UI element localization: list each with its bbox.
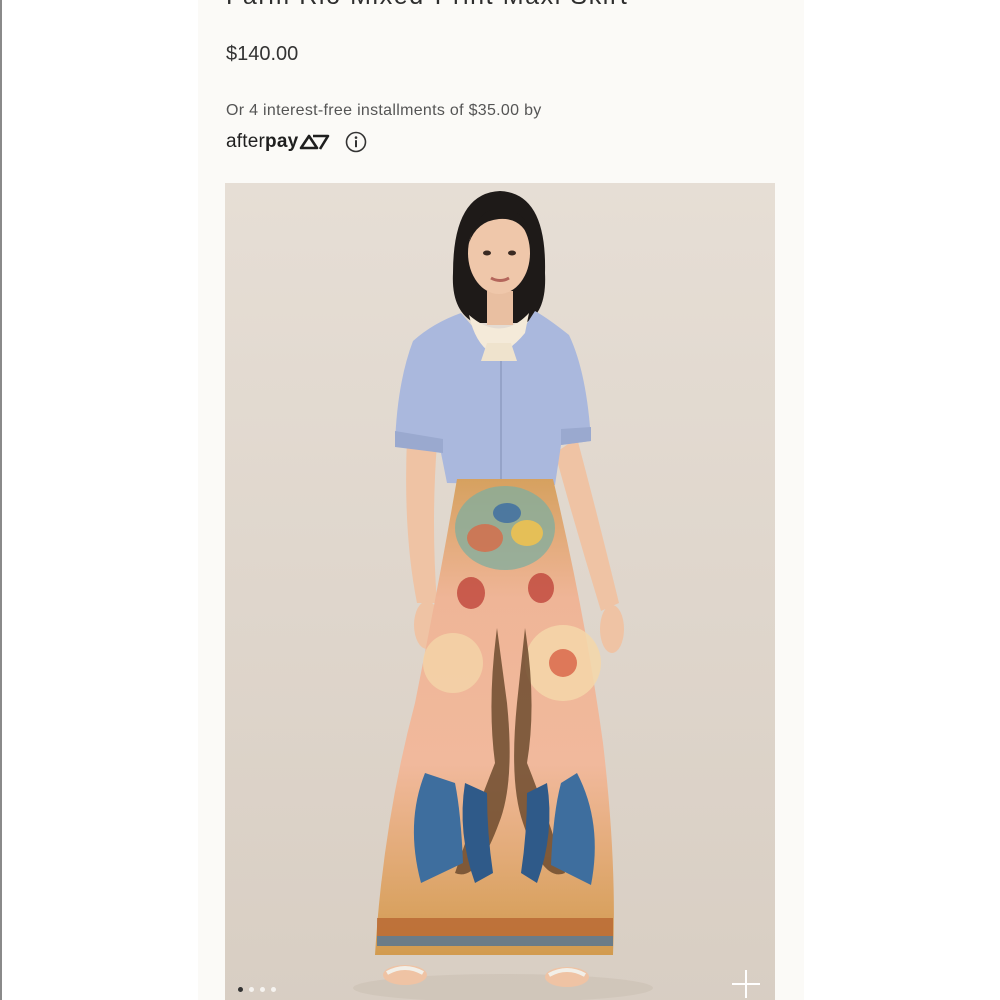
afterpay-arrows-icon	[300, 134, 330, 150]
gallery-pagination	[238, 987, 276, 992]
afterpay-logo-suffix: pay	[265, 131, 299, 152]
gallery-dot[interactable]	[260, 987, 265, 992]
model-photo	[225, 183, 775, 1000]
installments-text: Or 4 interest-free installments of $35.0…	[226, 102, 542, 119]
product-panel: Farm Rio Mixed-Print Maxi Skirt $140.00 …	[198, 0, 804, 1000]
product-title: Farm Rio Mixed-Print Maxi Skirt	[226, 0, 628, 11]
product-image[interactable]	[225, 183, 775, 1000]
gallery-dot[interactable]	[238, 987, 243, 992]
info-icon[interactable]	[345, 131, 367, 153]
afterpay-logo: afterpay	[226, 131, 298, 153]
afterpay-row: afterpay	[226, 127, 367, 157]
gallery-dot[interactable]	[249, 987, 254, 992]
zoom-plus-icon[interactable]	[729, 967, 763, 1000]
afterpay-logo-prefix: after	[226, 131, 266, 152]
window-edge	[0, 0, 2, 1000]
product-price: $140.00	[226, 43, 299, 65]
gallery-dot[interactable]	[271, 987, 276, 992]
